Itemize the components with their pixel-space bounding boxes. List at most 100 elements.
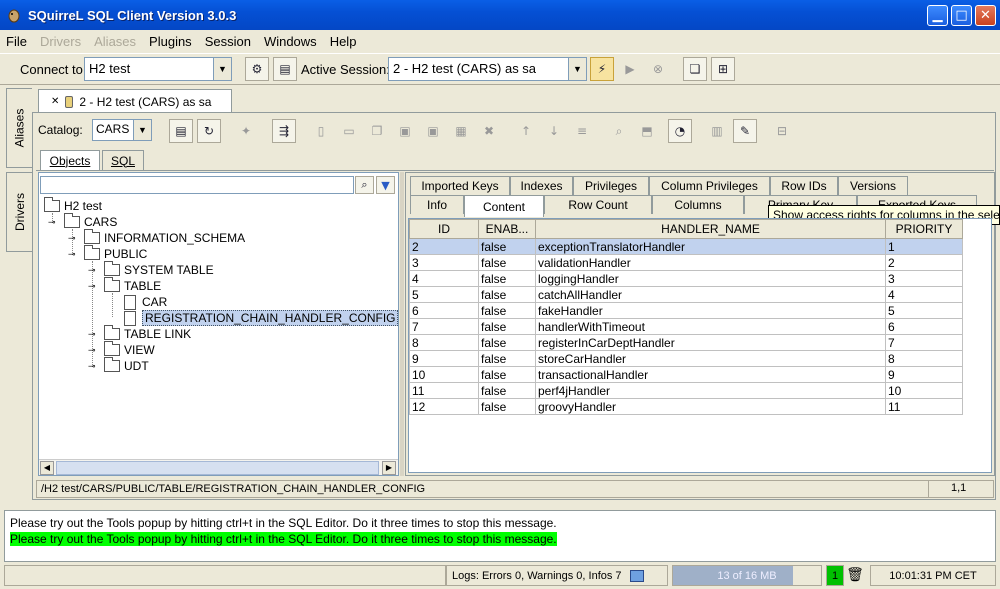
table-cell[interactable]: 2 <box>409 238 479 255</box>
tab-content[interactable]: Content <box>464 195 544 217</box>
tab-imported-keys[interactable]: Imported Keys <box>410 176 510 195</box>
chevron-down-icon[interactable]: ▼ <box>213 58 231 80</box>
tree-node-information-schema[interactable]: ⊸ INFORMATION_SCHEMA <box>68 229 245 246</box>
expand-handle-icon[interactable]: ⊸ <box>48 217 64 228</box>
table-cell[interactable]: 12 <box>409 398 479 415</box>
table-cell[interactable]: false <box>478 254 536 271</box>
new-session-button[interactable]: ⚙ <box>245 57 269 81</box>
move-down-button[interactable]: ↓ <box>542 119 566 143</box>
tree-filter-input[interactable] <box>40 176 354 194</box>
table-cell[interactable]: 3 <box>885 270 963 287</box>
schema-button[interactable]: ⊟ <box>770 119 794 143</box>
delete-button[interactable]: ✖ <box>477 119 501 143</box>
tree-node-car[interactable]: CAR <box>122 294 167 310</box>
refresh-session-button[interactable]: ⚡ <box>590 57 614 81</box>
save-as-button[interactable]: ▣ <box>421 119 445 143</box>
refresh-tree-button[interactable]: ↻ <box>197 119 221 143</box>
run-script-button[interactable]: ✦ <box>234 119 258 143</box>
table-cell[interactable]: fakeHandler <box>535 302 886 319</box>
table-cell[interactable]: false <box>478 238 536 255</box>
expand-handle-icon[interactable]: ⊸ <box>88 281 104 292</box>
minimize-button[interactable]: ▁ <box>927 5 948 26</box>
table-row[interactable]: 5 false catchAllHandler 4 <box>409 286 963 303</box>
table-cell[interactable]: 2 <box>885 254 963 271</box>
tree-node-registration-chain-handler-config[interactable]: REGISTRATION_CHAIN_HANDLER_CONFIG <box>122 310 399 326</box>
edit-button[interactable]: ✎ <box>733 119 757 143</box>
find-button[interactable]: ⌕ <box>607 119 631 143</box>
save-button[interactable]: ▣ <box>393 119 417 143</box>
side-tab-drivers[interactable]: Drivers <box>6 172 32 252</box>
table-row[interactable]: 9 false storeCarHandler 8 <box>409 350 963 367</box>
chevron-down-icon[interactable]: ▼ <box>133 120 151 140</box>
tab-info[interactable]: Info <box>410 195 464 214</box>
table-cell[interactable]: 9 <box>885 366 963 383</box>
column-header-id[interactable]: ID <box>409 219 479 239</box>
table-row[interactable]: 3 false validationHandler 2 <box>409 254 963 271</box>
table-row[interactable]: 6 false fakeHandler 5 <box>409 302 963 319</box>
menu-aliases[interactable]: Aliases <box>94 34 136 49</box>
table-cell[interactable]: storeCarHandler <box>535 350 886 367</box>
table-cell[interactable]: false <box>478 270 536 287</box>
table-cell[interactable]: 10 <box>409 366 479 383</box>
copy-button[interactable]: ❐ <box>365 119 389 143</box>
graph-button[interactable]: ◔ <box>668 119 692 143</box>
session-properties-button[interactable]: ▤ <box>273 57 297 81</box>
tree-node-system-table[interactable]: ⊸ SYSTEM TABLE <box>88 261 214 278</box>
session-tab[interactable]: ✕ 2 - H2 test (CARS) as sa <box>38 89 232 113</box>
table-cell[interactable]: 1 <box>885 238 963 255</box>
menu-session[interactable]: Session <box>205 34 251 49</box>
tile-button[interactable]: ⊞ <box>711 57 735 81</box>
table-cell[interactable]: false <box>478 350 536 367</box>
table-cell[interactable]: 7 <box>885 334 963 351</box>
collapse-handle-icon[interactable]: ⊸ <box>88 329 104 340</box>
stop-button[interactable]: ⊗ <box>646 57 670 81</box>
table-cell[interactable]: 11 <box>409 382 479 399</box>
table-cell[interactable]: false <box>478 302 536 319</box>
bookmark-button[interactable]: ⬒ <box>635 119 659 143</box>
new-window-button[interactable]: ❏ <box>683 57 707 81</box>
logs-status[interactable]: Logs: Errors 0, Warnings 0, Infos 7 <box>446 565 668 586</box>
table-cell[interactable]: transactionalHandler <box>535 366 886 383</box>
tab-indexes[interactable]: Indexes <box>510 176 573 195</box>
tree-horizontal-scrollbar[interactable]: ◀ ▶ <box>39 459 398 475</box>
table-cell[interactable]: loggingHandler <box>535 270 886 287</box>
table-cell[interactable]: perf4jHandler <box>535 382 886 399</box>
table-row[interactable]: 4 false loggingHandler 3 <box>409 270 963 287</box>
splitter-handle[interactable] <box>400 172 404 476</box>
table-cell[interactable]: 6 <box>409 302 479 319</box>
table-cell[interactable]: catchAllHandler <box>535 286 886 303</box>
tree-node-view[interactable]: ⊸ VIEW <box>88 341 155 358</box>
new-file-button[interactable]: ▯ <box>309 119 333 143</box>
table-cell[interactable]: false <box>478 286 536 303</box>
collapse-handle-icon[interactable]: ⊸ <box>88 345 104 356</box>
memory-status[interactable]: 13 of 16 MB <box>672 565 822 586</box>
table-cell[interactable]: false <box>478 382 536 399</box>
side-tab-aliases[interactable]: Aliases <box>6 88 32 168</box>
column-header-enabled[interactable]: ENAB... <box>478 219 536 239</box>
run-button[interactable]: ▶ <box>618 57 642 81</box>
log-icon[interactable] <box>629 569 644 582</box>
table-row[interactable]: 11 false perf4jHandler 10 <box>409 382 963 399</box>
table-cell[interactable]: false <box>478 398 536 415</box>
tab-columns[interactable]: Columns <box>652 195 744 214</box>
table-cell[interactable]: 11 <box>885 398 963 415</box>
table-cell[interactable]: false <box>478 366 536 383</box>
table-cell[interactable]: exceptionTranslatorHandler <box>535 238 886 255</box>
tree-filter-button[interactable]: ▼ <box>376 176 395 194</box>
table-cell[interactable]: groovyHandler <box>535 398 886 415</box>
tree-node-cars[interactable]: ⊸ CARS <box>48 213 117 230</box>
table-cell[interactable]: handlerWithTimeout <box>535 318 886 335</box>
table-row[interactable]: 10 false transactionalHandler 9 <box>409 366 963 383</box>
menu-help[interactable]: Help <box>330 34 357 49</box>
table-cell[interactable]: 5 <box>885 302 963 319</box>
table-cell[interactable]: registerInCarDeptHandler <box>535 334 886 351</box>
menu-plugins[interactable]: Plugins <box>149 34 192 49</box>
tab-row-ids[interactable]: Row IDs <box>770 176 838 195</box>
column-header-priority[interactable]: PRIORITY <box>885 219 963 239</box>
list-button[interactable]: ≡ <box>570 119 594 143</box>
table-cell[interactable]: 4 <box>409 270 479 287</box>
scroll-thumb[interactable] <box>56 461 379 475</box>
move-up-button[interactable]: ↑ <box>514 119 538 143</box>
tree-node-table[interactable]: ⊸ TABLE <box>88 277 161 294</box>
chevron-down-icon[interactable]: ▼ <box>568 58 586 80</box>
